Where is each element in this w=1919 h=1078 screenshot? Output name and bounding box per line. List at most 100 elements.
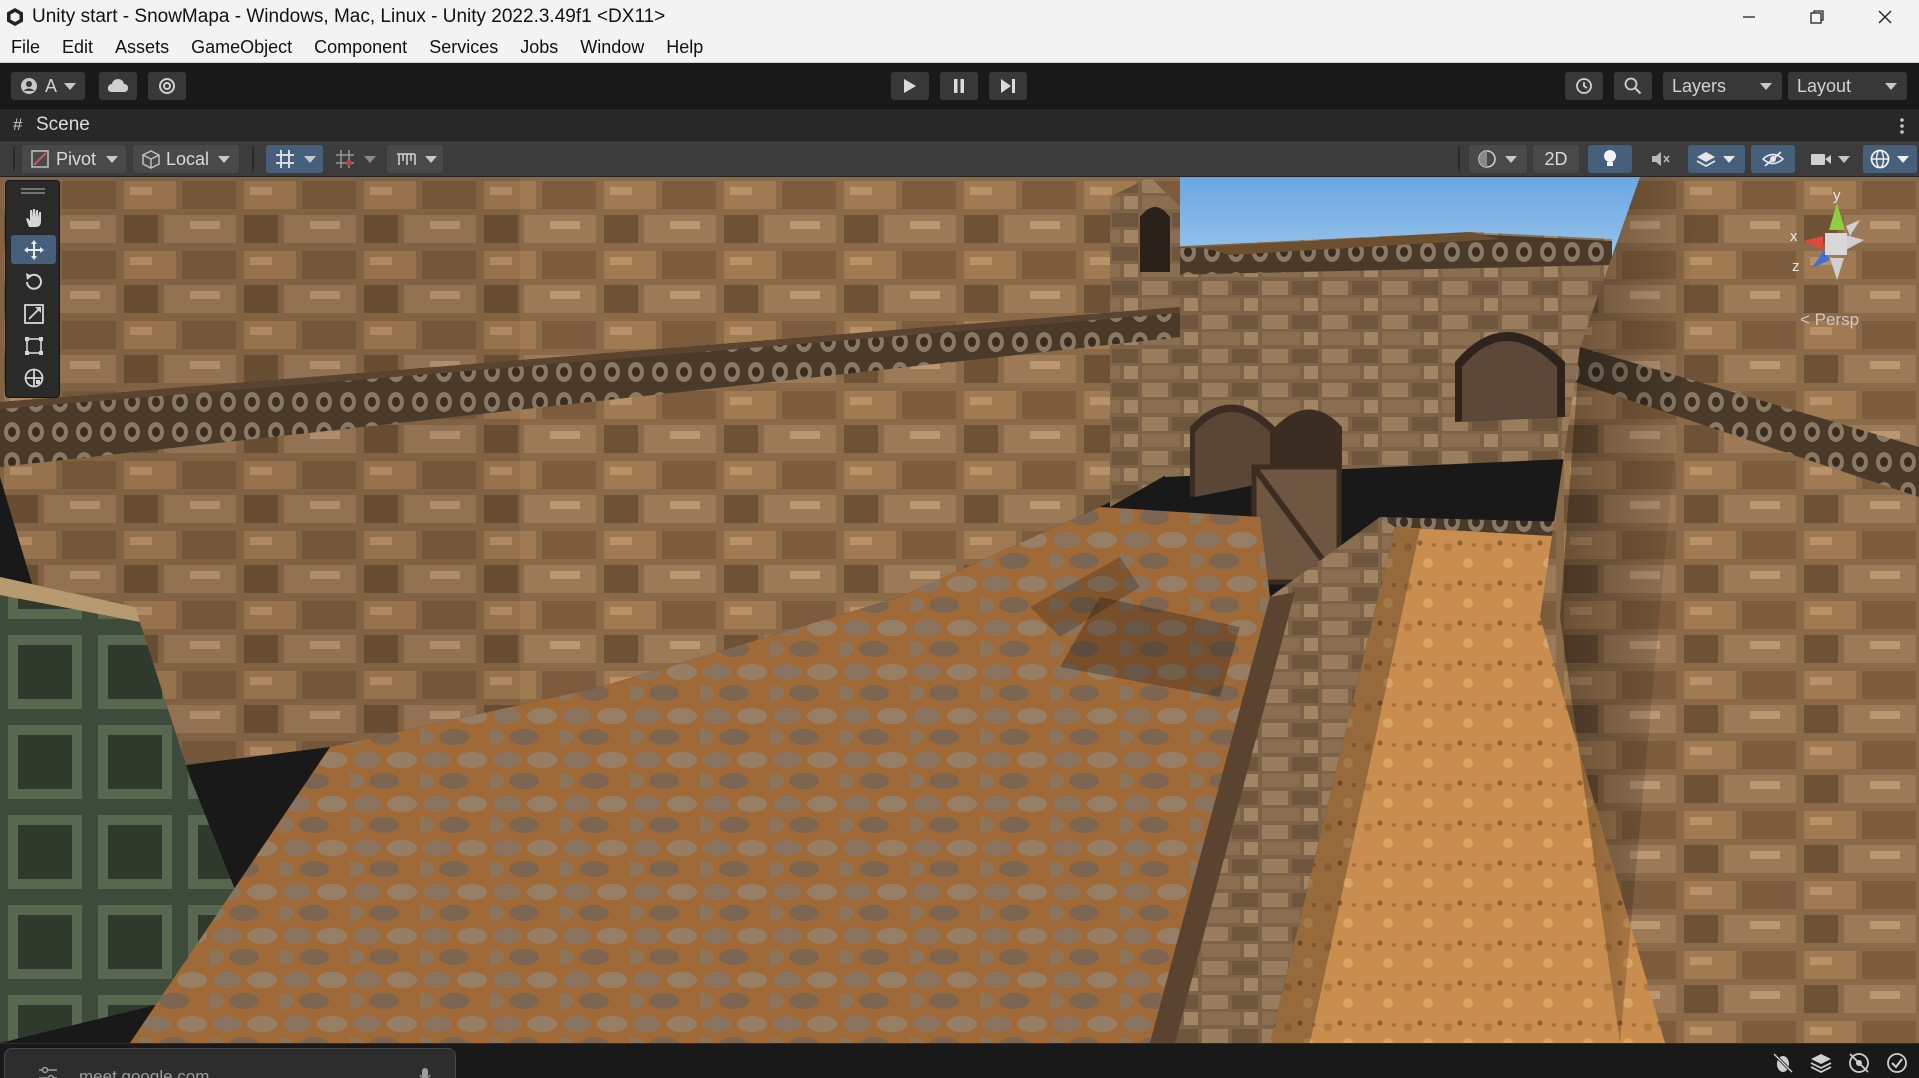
debug-off-icon[interactable] <box>1771 1051 1795 1075</box>
cloud-button[interactable] <box>99 72 137 100</box>
hand-tool-button[interactable] <box>11 203 56 232</box>
shading-sphere-icon <box>1478 150 1496 168</box>
microphone-icon[interactable] <box>419 1068 431 1078</box>
rect-tool-button[interactable] <box>11 331 56 360</box>
local-dropdown[interactable]: Local <box>133 145 239 173</box>
audio-toggle[interactable] <box>1638 145 1682 173</box>
audio-mute-icon <box>1652 152 1670 166</box>
url-text: meet.google.com <box>79 1067 210 1078</box>
tab-scene[interactable]: Scene <box>36 114 90 136</box>
tune-icon <box>39 1067 57 1078</box>
account-dropdown[interactable]: A <box>11 72 85 100</box>
window-title: Unity start - SnowMapa - Windows, Mac, L… <box>32 5 666 27</box>
grid-snap-icon <box>276 150 294 168</box>
rotate-icon <box>25 272 42 290</box>
snap-increment-icon <box>336 150 354 168</box>
network-off-icon[interactable] <box>1847 1051 1871 1075</box>
account-icon <box>21 78 38 94</box>
drag-handle-icon[interactable] <box>21 187 45 195</box>
layers-dropdown[interactable]: Layers <box>1663 72 1782 100</box>
chevron-down-icon <box>1505 155 1517 163</box>
chevron-down-icon <box>364 155 376 163</box>
menu-jobs[interactable]: Jobs <box>520 37 558 58</box>
lighting-toggle[interactable] <box>1588 145 1632 173</box>
search-button[interactable] <box>1614 72 1652 100</box>
toolbar-separator <box>1458 147 1460 171</box>
more-options-icon[interactable] <box>1899 117 1905 135</box>
menu-file[interactable]: File <box>11 37 40 58</box>
close-button[interactable] <box>1851 0 1919 33</box>
chevron-down-icon <box>1723 155 1735 163</box>
chevron-down-icon <box>218 155 231 163</box>
menu-window[interactable]: Window <box>580 37 644 58</box>
scale-tool-button[interactable] <box>11 299 56 328</box>
chevron-down-icon <box>425 155 437 163</box>
settings-gear-icon <box>159 78 175 94</box>
cube-icon <box>142 150 160 169</box>
ruler-snap-icon <box>397 153 416 165</box>
unity-logo-icon <box>7 7 23 26</box>
pivot-label: Pivot <box>56 148 97 169</box>
play-button[interactable] <box>891 72 929 100</box>
undo-history-button[interactable] <box>1565 72 1603 100</box>
chevron-down-icon <box>63 82 76 90</box>
step-icon <box>1001 79 1015 93</box>
hidden-objects-toggle[interactable] <box>1751 145 1795 173</box>
orientation-gizmo[interactable]: y x z < Persp <box>1782 187 1892 338</box>
menu-assets[interactable]: Assets <box>115 37 169 58</box>
layout-dropdown[interactable]: Layout <box>1788 72 1907 100</box>
scene-grid-icon: # <box>13 115 23 134</box>
history-icon <box>1576 78 1592 94</box>
mode-2d-toggle[interactable]: 2D <box>1533 145 1579 173</box>
scene-render[interactable] <box>0 177 1919 1043</box>
mode-2d-label: 2D <box>1544 148 1568 169</box>
rect-transform-icon <box>24 336 43 355</box>
screen-share-url-bar[interactable]: meet.google.com <box>4 1048 456 1078</box>
collab-button[interactable] <box>148 72 186 100</box>
menu-gameobject[interactable]: GameObject <box>191 37 292 58</box>
tool-palette <box>5 180 60 398</box>
menu-component[interactable]: Component <box>314 37 407 58</box>
menu-edit[interactable]: Edit <box>62 37 93 58</box>
scene-tab-bar: # Scene <box>0 108 1919 140</box>
menu-services[interactable]: Services <box>429 37 498 58</box>
layers-label: Layers <box>1672 75 1727 96</box>
gizmo-globe-icon <box>1870 149 1890 169</box>
pause-button[interactable] <box>940 72 978 100</box>
axis-gizmo-icon[interactable]: y x z <box>1782 187 1892 318</box>
transform-tool-button[interactable] <box>11 363 56 392</box>
minimize-button[interactable] <box>1715 0 1783 33</box>
minimize-icon <box>1743 15 1755 18</box>
main-toolbar: A Layers Layout <box>0 63 1919 108</box>
incremental-snap-toggle[interactable] <box>326 145 382 173</box>
cloud-icon <box>107 79 128 92</box>
step-button[interactable] <box>989 72 1027 100</box>
draw-mode-dropdown[interactable] <box>1469 145 1527 173</box>
projection-label[interactable]: < Persp <box>1800 310 1859 330</box>
restore-button[interactable] <box>1783 0 1851 33</box>
snap-settings-toggle[interactable] <box>387 145 443 173</box>
chevron-down-icon <box>1760 82 1772 90</box>
layers-stack-icon[interactable] <box>1809 1051 1833 1075</box>
play-icon <box>904 79 916 93</box>
account-label: A <box>44 75 57 96</box>
axis-z-label: z <box>1792 258 1800 275</box>
scene-viewport[interactable]: y x z < Persp <box>0 177 1919 1043</box>
scene-camera-dropdown[interactable] <box>1802 145 1859 173</box>
move-tool-button[interactable] <box>11 235 56 264</box>
grid-snapping-toggle[interactable] <box>266 145 323 173</box>
transform-icon <box>24 368 43 387</box>
axis-x-label: x <box>1790 228 1798 245</box>
check-circle-icon[interactable] <box>1885 1051 1909 1075</box>
menu-help[interactable]: Help <box>666 37 703 58</box>
effects-dropdown[interactable] <box>1688 145 1745 173</box>
gizmos-dropdown[interactable] <box>1863 145 1917 173</box>
hand-icon <box>25 208 41 227</box>
rotate-tool-button[interactable] <box>11 267 56 296</box>
scene-toolbar: Pivot Local 2D <box>0 140 1919 177</box>
pause-icon <box>954 79 964 93</box>
pivot-dropdown[interactable]: Pivot <box>22 145 126 173</box>
lightbulb-icon <box>1604 150 1616 166</box>
local-label: Local <box>166 148 210 169</box>
search-icon <box>1624 77 1642 95</box>
